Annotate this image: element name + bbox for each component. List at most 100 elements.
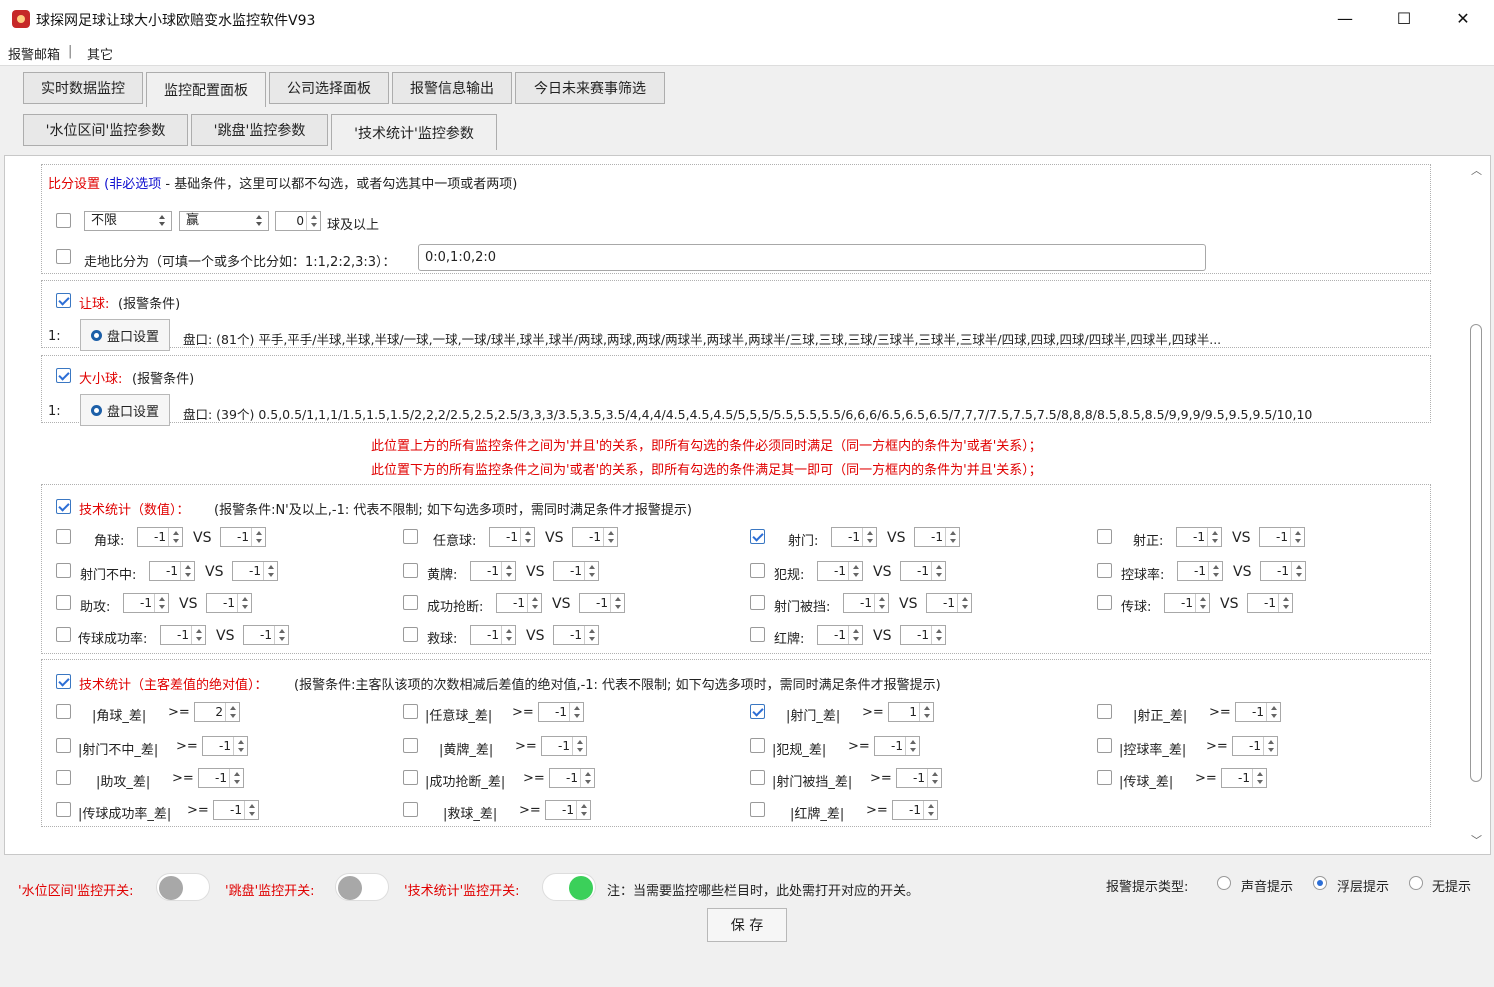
- tech-stats-checkbox[interactable]: [56, 499, 71, 514]
- diff-spin[interactable]: -1: [896, 768, 942, 788]
- diff-spin[interactable]: -1: [549, 768, 595, 788]
- diff-checkbox[interactable]: [403, 704, 418, 719]
- spin-arrows-icon[interactable]: [527, 594, 541, 612]
- spin-arrows-icon[interactable]: [1266, 703, 1280, 721]
- tech-home-spin[interactable]: -1: [496, 593, 542, 613]
- diff-checkbox[interactable]: [1097, 738, 1112, 753]
- spin-arrows-icon[interactable]: [584, 562, 598, 580]
- diff-checkbox[interactable]: [750, 770, 765, 785]
- spin-arrows-icon[interactable]: [874, 594, 888, 612]
- spin-arrows-icon[interactable]: [274, 626, 288, 644]
- tech-home-spin[interactable]: -1: [470, 561, 516, 581]
- spin-arrows-icon[interactable]: [237, 594, 251, 612]
- score-checkbox[interactable]: [56, 213, 71, 228]
- tech-checkbox[interactable]: [1097, 563, 1112, 578]
- spin-arrows-icon[interactable]: [306, 212, 320, 230]
- spin-arrows-icon[interactable]: [905, 737, 919, 755]
- tech-home-spin[interactable]: -1: [1176, 527, 1222, 547]
- tech-home-spin[interactable]: -1: [817, 561, 863, 581]
- diff-checkbox[interactable]: [403, 802, 418, 817]
- overunder-settings-button[interactable]: 盘口设置: [80, 394, 170, 426]
- tech-home-spin[interactable]: -1: [817, 625, 863, 645]
- subtab-tech[interactable]: '技术统计'监控参数: [331, 114, 497, 150]
- tech-checkbox[interactable]: [403, 595, 418, 610]
- diff-checkbox[interactable]: [403, 770, 418, 785]
- walk-score-checkbox[interactable]: [56, 249, 71, 264]
- tech-checkbox[interactable]: [403, 627, 418, 642]
- tech-away-spin[interactable]: -1: [232, 561, 278, 581]
- diff-spin[interactable]: -1: [1232, 736, 1278, 756]
- scroll-up-icon[interactable]: ︿: [1471, 162, 1482, 178]
- spin-arrows-icon[interactable]: [1278, 594, 1292, 612]
- tech-away-spin[interactable]: -1: [553, 625, 599, 645]
- spin-arrows-icon[interactable]: [584, 626, 598, 644]
- tech-checkbox[interactable]: [1097, 595, 1112, 610]
- tab-realtime[interactable]: 实时数据监控: [23, 72, 143, 104]
- diff-checkbox[interactable]: [750, 802, 765, 817]
- spin-arrows-icon[interactable]: [927, 769, 941, 787]
- score-goals-spin[interactable]: 0: [275, 211, 321, 231]
- diff-checkbox[interactable]: [56, 770, 71, 785]
- spin-arrows-icon[interactable]: [244, 801, 258, 819]
- spin-arrows-icon[interactable]: [923, 801, 937, 819]
- spin-arrows-icon[interactable]: [233, 737, 247, 755]
- tech-checkbox[interactable]: [403, 529, 418, 544]
- tech-checkbox[interactable]: [56, 563, 71, 578]
- tab-config[interactable]: 监控配置面板: [146, 72, 266, 107]
- overunder-checkbox[interactable]: [56, 368, 71, 383]
- tech-away-spin[interactable]: -1: [1247, 593, 1293, 613]
- spin-arrows-icon[interactable]: [191, 626, 205, 644]
- tech-home-spin[interactable]: -1: [137, 527, 183, 547]
- diff-spin[interactable]: -1: [545, 800, 591, 820]
- radio-overlay[interactable]: [1313, 876, 1327, 890]
- menu-other[interactable]: 其它: [87, 44, 113, 63]
- spin-arrows-icon[interactable]: [580, 769, 594, 787]
- spin-arrows-icon[interactable]: [229, 769, 243, 787]
- diff-spin[interactable]: -1: [1235, 702, 1281, 722]
- tech-away-spin[interactable]: -1: [900, 561, 946, 581]
- menu-alert-email[interactable]: 报警邮箱: [8, 44, 60, 63]
- spin-arrows-icon[interactable]: [919, 703, 933, 721]
- tech-home-spin[interactable]: -1: [160, 625, 206, 645]
- tech-checkbox[interactable]: [750, 595, 765, 610]
- diff-spin[interactable]: 2: [194, 702, 240, 722]
- tech-away-spin[interactable]: -1: [243, 625, 289, 645]
- tab-company[interactable]: 公司选择面板: [269, 72, 389, 104]
- scroll-down-icon[interactable]: ﹀: [1471, 832, 1482, 848]
- handicap-checkbox[interactable]: [56, 293, 71, 308]
- tech-checkbox[interactable]: [403, 563, 418, 578]
- tech-home-spin[interactable]: -1: [123, 593, 169, 613]
- diff-checkbox[interactable]: [1097, 704, 1112, 719]
- spin-arrows-icon[interactable]: [263, 562, 277, 580]
- spin-arrows-icon[interactable]: [1290, 528, 1304, 546]
- tech-away-spin[interactable]: -1: [220, 527, 266, 547]
- tech-home-spin[interactable]: -1: [489, 527, 535, 547]
- spin-arrows-icon[interactable]: [1207, 528, 1221, 546]
- diff-checkbox[interactable]: [56, 738, 71, 753]
- spin-arrows-icon[interactable]: [1195, 594, 1209, 612]
- tab-alert-output[interactable]: 报警信息输出: [392, 72, 512, 104]
- score-team-combo[interactable]: 不限: [84, 211, 172, 231]
- spin-arrows-icon[interactable]: [572, 737, 586, 755]
- scrollbar-thumb[interactable]: [1470, 324, 1482, 782]
- subtab-jump[interactable]: '跳盘'监控参数: [191, 114, 328, 146]
- spin-arrows-icon[interactable]: [848, 562, 862, 580]
- spin-arrows-icon[interactable]: [501, 626, 515, 644]
- tech-away-spin[interactable]: -1: [926, 593, 972, 613]
- tech-switch[interactable]: [542, 873, 596, 901]
- score-result-combo[interactable]: 赢: [179, 211, 269, 231]
- tech-home-spin[interactable]: -1: [843, 593, 889, 613]
- diff-checkbox[interactable]: [1097, 770, 1112, 785]
- spin-arrows-icon[interactable]: [168, 528, 182, 546]
- spin-arrows-icon[interactable]: [154, 594, 168, 612]
- spin-arrows-icon[interactable]: [1208, 562, 1222, 580]
- diff-checkbox[interactable]: [56, 802, 71, 817]
- diff-spin[interactable]: -1: [1221, 768, 1267, 788]
- spin-arrows-icon[interactable]: [603, 528, 617, 546]
- tech-checkbox[interactable]: [750, 627, 765, 642]
- tech-home-spin[interactable]: -1: [149, 561, 195, 581]
- minimize-button[interactable]: —: [1330, 8, 1360, 30]
- tech-away-spin[interactable]: -1: [900, 625, 946, 645]
- diff-spin[interactable]: -1: [198, 768, 244, 788]
- radio-none[interactable]: [1409, 876, 1423, 890]
